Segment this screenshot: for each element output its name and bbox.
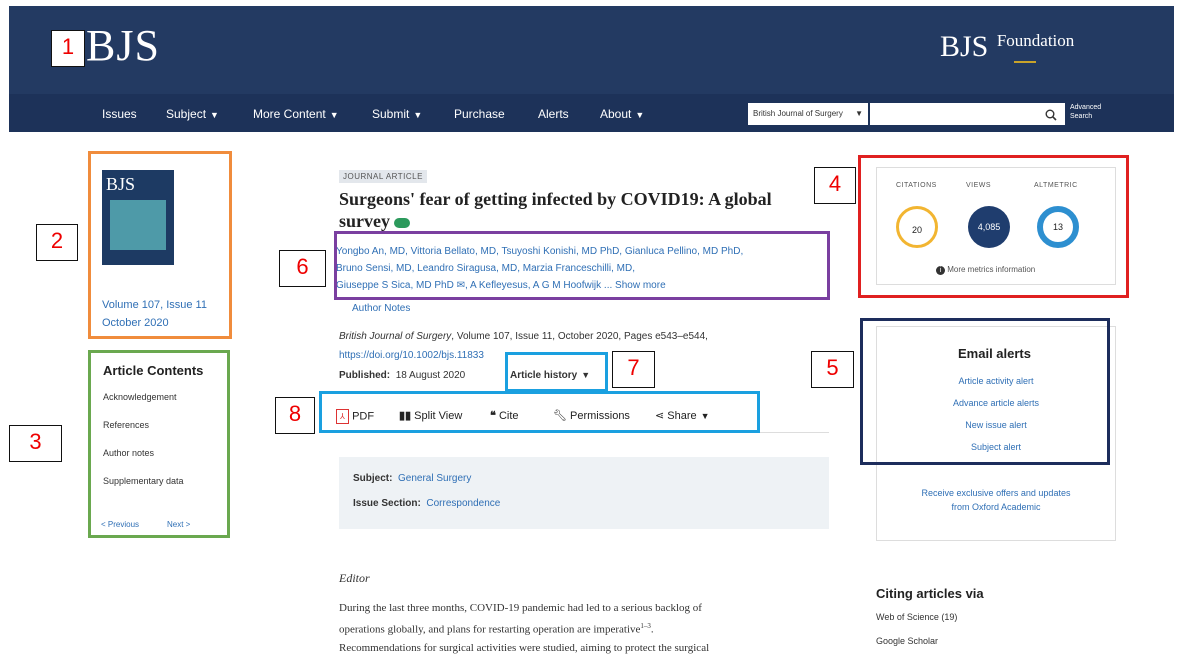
published-date: Published: 18 August 2020 xyxy=(339,370,466,381)
citation-line: British Journal of Surgery, Volume 107, … xyxy=(339,331,708,342)
chevron-down-icon: ▼ xyxy=(855,109,863,118)
search-input[interactable] xyxy=(870,103,1065,125)
search-button[interactable] xyxy=(1037,103,1065,125)
article-body: During the last three months, COVID-19 p… xyxy=(339,599,839,657)
subject-panel: Subject: General Surgery Issue Section: … xyxy=(339,457,829,529)
annotation-number-8: 8 xyxy=(275,397,315,434)
chevron-down-icon: ▼ xyxy=(329,110,339,120)
author-notes-link[interactable]: Author Notes xyxy=(352,303,410,314)
google-scholar-link[interactable]: Google Scholar xyxy=(876,636,938,646)
annotation-box-8 xyxy=(319,391,760,433)
search-scope-select[interactable]: British Journal of Surgery ▼ xyxy=(748,103,868,125)
foundation-word: Foundation xyxy=(996,31,1075,50)
annotation-box-3 xyxy=(88,350,230,538)
nav-issues[interactable]: Issues xyxy=(102,107,137,121)
issue-section-link[interactable]: Correspondence xyxy=(426,498,500,509)
bjs-logo[interactable]: BJS xyxy=(86,20,160,71)
advanced-search-link[interactable]: Advanced Search xyxy=(1070,103,1110,121)
body-heading: Editor xyxy=(339,571,370,585)
subject-row: Subject: General Surgery xyxy=(353,473,472,484)
annotation-box-7 xyxy=(505,352,608,392)
bjs-foundation-logo[interactable]: BJS Foundation xyxy=(940,30,1074,64)
search-icon xyxy=(1045,109,1057,121)
article-type-badge: JOURNAL ARTICLE xyxy=(339,170,427,183)
chevron-down-icon: ▼ xyxy=(413,110,423,120)
annotation-box-4 xyxy=(858,155,1129,298)
annotation-number-1: 1 xyxy=(51,30,85,67)
nav-subject[interactable]: Subject ▼ xyxy=(166,107,219,121)
chevron-down-icon: ▼ xyxy=(635,110,645,120)
nav-about[interactable]: About ▼ xyxy=(600,107,644,121)
nav-more-content[interactable]: More Content ▼ xyxy=(253,107,339,121)
annotation-number-4: 4 xyxy=(814,167,856,204)
citing-articles-heading: Citing articles via xyxy=(876,586,984,601)
annotation-number-7: 7 xyxy=(612,351,655,388)
citation-ref[interactable]: 1–3 xyxy=(640,622,651,630)
open-access-icon xyxy=(394,217,410,228)
body-line: operations globally, and plans for resta… xyxy=(339,622,654,636)
annotation-box-2 xyxy=(88,151,232,339)
doi-link[interactable]: https://doi.org/10.1002/bjs.11833 xyxy=(339,350,484,361)
article-title: Surgeons' fear of getting infected by CO… xyxy=(339,189,772,231)
chevron-down-icon: ▼ xyxy=(210,110,219,120)
offers-link[interactable]: Receive exclusive offers and updates fro… xyxy=(876,488,1116,512)
annotation-number-2: 2 xyxy=(36,224,78,261)
nav-purchase[interactable]: Purchase xyxy=(454,107,505,121)
foundation-underline xyxy=(1014,61,1036,63)
body-line: During the last three months, COVID-19 p… xyxy=(339,602,702,614)
web-of-science-link[interactable]: Web of Science (19) xyxy=(876,612,957,622)
annotation-number-5: 5 xyxy=(811,351,854,388)
nav-alerts[interactable]: Alerts xyxy=(538,107,569,121)
nav-submit[interactable]: Submit ▼ xyxy=(372,107,422,121)
foundation-logo-mark: BJS xyxy=(940,30,989,63)
annotation-number-3: 3 xyxy=(9,425,62,462)
annotation-box-6 xyxy=(334,231,830,300)
annotation-number-6: 6 xyxy=(279,250,326,287)
issue-section-row: Issue Section: Correspondence xyxy=(353,498,501,509)
annotation-box-5 xyxy=(860,318,1110,465)
body-line: Recommendations for surgical activities … xyxy=(339,641,710,654)
subject-link[interactable]: General Surgery xyxy=(398,473,471,484)
